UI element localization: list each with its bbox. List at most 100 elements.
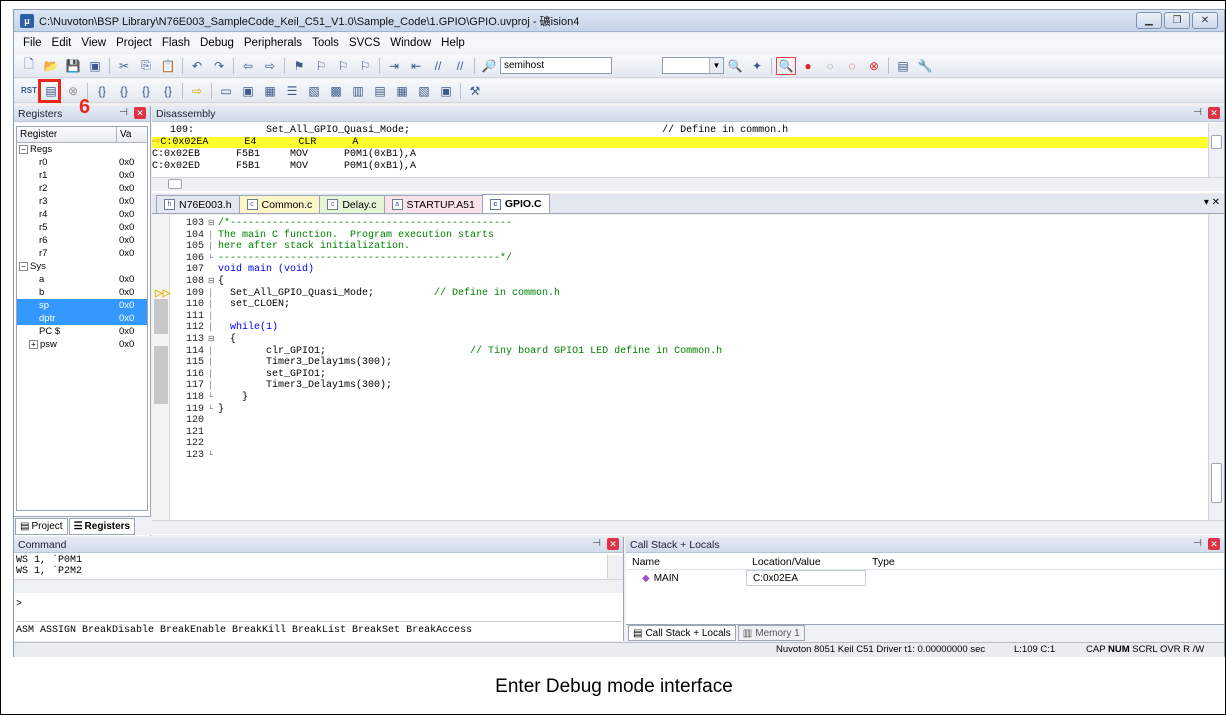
tab-gpio-c[interactable]: c GPIO.C <box>481 194 550 213</box>
editor-hscroll[interactable] <box>152 520 1224 534</box>
fold-marker[interactable]: └ <box>208 253 217 264</box>
menu-svcs[interactable]: SVCS <box>344 37 385 49</box>
register-row[interactable]: r1 0x0 <box>17 169 147 182</box>
disassembly-vscroll[interactable] <box>1208 123 1224 177</box>
run-to-cursor-icon[interactable]: {} <box>158 82 178 100</box>
step-out-icon[interactable]: {} <box>136 82 156 100</box>
bookmark-icon[interactable]: ⚑ <box>289 57 309 75</box>
minimize-button[interactable]: ▁ <box>1136 12 1162 29</box>
column-name[interactable]: Name <box>626 554 746 569</box>
collapse-icon[interactable]: − <box>19 145 28 154</box>
tab-menu-icon[interactable]: ▾ ✕ <box>1204 197 1220 208</box>
fold-marker[interactable]: │ <box>208 230 217 241</box>
nav-back-icon[interactable]: ⇦ <box>238 57 258 75</box>
register-value[interactable]: 0x0 <box>117 339 147 350</box>
column-value[interactable]: Va <box>117 127 132 142</box>
trace-window-icon[interactable]: ▧ <box>414 82 434 100</box>
new-file-icon[interactable]: 🗋 <box>19 57 39 75</box>
close-icon[interactable]: ✕ <box>1208 538 1220 550</box>
debug-session-icon[interactable]: 🔍 <box>776 56 796 75</box>
indent-icon[interactable]: ⇥ <box>384 57 404 75</box>
fold-marker[interactable]: │ <box>208 241 217 252</box>
serial-window-icon[interactable]: ▤ <box>370 82 390 100</box>
symbols-window-icon[interactable]: ▦ <box>260 82 280 100</box>
bookmark-next-icon[interactable]: ⚐ <box>333 57 353 75</box>
breakpoint-gutter[interactable] <box>152 215 170 520</box>
register-row[interactable]: a 0x0 <box>17 273 147 286</box>
register-value[interactable]: 0x0 <box>117 248 147 259</box>
menu-file[interactable]: File <box>18 37 47 49</box>
close-icon[interactable]: ✕ <box>607 538 619 550</box>
menu-edit[interactable]: Edit <box>47 37 77 49</box>
register-value[interactable]: 0x0 <box>117 326 147 337</box>
configure-icon[interactable]: 🔧 <box>915 57 935 75</box>
menu-debug[interactable]: Debug <box>195 37 239 49</box>
scrollbar-thumb[interactable] <box>1211 135 1222 149</box>
pin-icon[interactable]: ⊣ <box>119 107 128 118</box>
system-viewer-icon[interactable]: ▣ <box>436 82 456 100</box>
register-row[interactable]: sp 0x0 <box>17 299 147 312</box>
disassembly-window-icon[interactable]: ▣ <box>238 82 258 100</box>
menu-help[interactable]: Help <box>436 37 470 49</box>
menu-view[interactable]: View <box>76 37 111 49</box>
fold-marker[interactable]: ⊟ <box>208 276 217 287</box>
register-value[interactable]: 0x0 <box>117 300 147 311</box>
undo-icon[interactable]: ↶ <box>187 57 207 75</box>
register-value[interactable]: 0x0 <box>117 274 147 285</box>
search-combo[interactable]: ▼ <box>662 57 724 74</box>
disable-breakpoints-icon[interactable]: ◌ <box>842 57 862 75</box>
fold-marker[interactable]: └ <box>208 450 217 461</box>
editor-vscroll[interactable] <box>1208 215 1224 520</box>
registers-window-icon[interactable]: ☰ <box>282 82 302 100</box>
tab-startup-a51[interactable]: a STARTUP.A51 <box>383 195 483 213</box>
disassembly-listing[interactable]: 109: Set_All_GPIO_Quasi_Mode; // Define … <box>152 123 1224 177</box>
command-hscroll[interactable] <box>14 579 623 593</box>
tab-project[interactable]: ▤ Project <box>15 517 68 535</box>
register-row[interactable]: r5 0x0 <box>17 221 147 234</box>
tab-memory-1[interactable]: ▥ Memory 1 <box>737 625 805 641</box>
find-icon[interactable]: 🔍 <box>725 57 745 75</box>
fold-marker[interactable]: ⊟ <box>208 334 217 345</box>
table-row[interactable]: ◆ MAIN C:0x02EA <box>626 570 1224 586</box>
register-row[interactable]: r2 0x0 <box>17 182 147 195</box>
fold-marker[interactable]: │ <box>208 288 217 299</box>
bookmark-clear-icon[interactable]: ⚐ <box>355 57 375 75</box>
scrollbar-thumb[interactable] <box>168 179 182 189</box>
tab-common-c[interactable]: c Common.c <box>238 195 321 213</box>
register-value[interactable]: 0x0 <box>117 287 147 298</box>
incremental-find-icon[interactable]: ✦ <box>747 57 767 75</box>
column-register[interactable]: Register <box>17 127 117 142</box>
fold-marker[interactable]: └ <box>208 404 217 415</box>
fold-marker[interactable]: │ <box>208 369 217 380</box>
code-editor[interactable]: 103 ⊟/*----------------------------------… <box>152 215 1224 535</box>
expand-icon[interactable]: + <box>29 340 38 349</box>
command-window-icon[interactable]: ▭ <box>216 82 236 100</box>
save-icon[interactable]: 💾 <box>63 57 83 75</box>
disassembly-hscroll[interactable] <box>152 177 1224 191</box>
register-row[interactable]: b 0x0 <box>17 286 147 299</box>
step-into-icon[interactable]: {} <box>92 82 112 100</box>
kill-breakpoints-icon[interactable]: ⊗ <box>864 57 884 75</box>
register-row[interactable]: + psw 0x0 <box>17 338 147 351</box>
tab-registers[interactable]: ☰ Registers <box>68 517 136 535</box>
paste-icon[interactable]: 📋 <box>158 57 178 75</box>
command-input[interactable]: > <box>16 599 621 613</box>
register-value[interactable]: 0x0 <box>117 183 147 194</box>
register-value[interactable]: 0x0 <box>117 170 147 181</box>
register-row[interactable]: dptr 0x0 <box>17 312 147 325</box>
save-all-icon[interactable]: ▣ <box>85 57 105 75</box>
register-value[interactable]: 0x0 <box>117 222 147 233</box>
redo-icon[interactable]: ↷ <box>209 57 229 75</box>
pin-icon[interactable]: ⊣ <box>1193 538 1202 549</box>
menu-tools[interactable]: Tools <box>307 37 344 49</box>
restore-button[interactable]: ❐ <box>1164 12 1190 29</box>
scrollbar-thumb[interactable] <box>1211 463 1222 503</box>
register-value[interactable]: 0x0 <box>117 313 147 324</box>
fold-marker[interactable]: ⊟ <box>208 218 217 229</box>
insert-breakpoint-icon[interactable]: ● <box>798 57 818 75</box>
menu-peripherals[interactable]: Peripherals <box>239 37 307 49</box>
reset-icon[interactable]: RST <box>19 82 39 100</box>
unindent-icon[interactable]: ⇤ <box>406 57 426 75</box>
register-value[interactable]: 0x0 <box>117 196 147 207</box>
register-row[interactable]: r3 0x0 <box>17 195 147 208</box>
